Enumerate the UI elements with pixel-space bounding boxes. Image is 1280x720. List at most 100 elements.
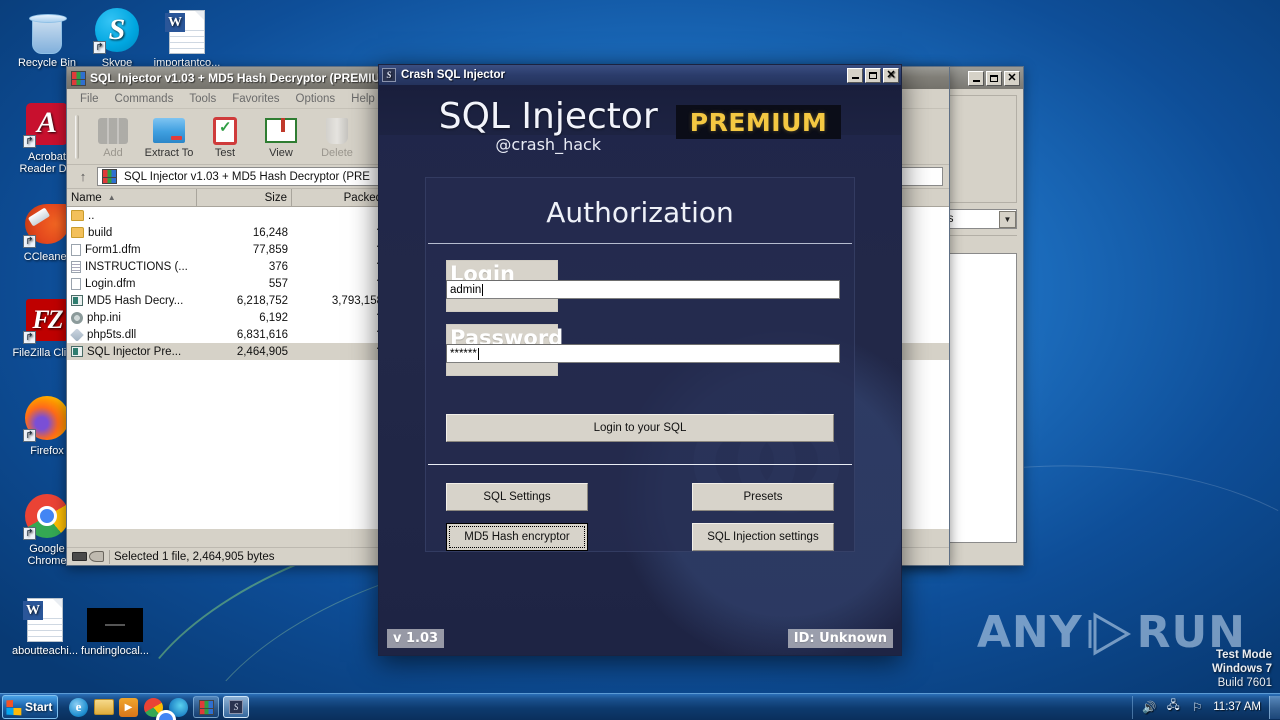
presets-button[interactable]: Presets: [692, 483, 834, 511]
password-field-group: Password ******: [446, 324, 840, 380]
add-icon: [85, 115, 141, 147]
application-icon: [71, 295, 83, 306]
up-arrow-icon[interactable]: ↑: [73, 168, 93, 186]
menu-item-favorites[interactable]: Favorites: [224, 92, 287, 106]
internet-explorer-icon[interactable]: e: [68, 697, 89, 718]
show-desktop-button[interactable]: [1269, 695, 1280, 719]
word-document-icon: [150, 6, 224, 54]
id-label: ID: Unknown: [787, 629, 893, 648]
text-caret: [482, 283, 484, 296]
play-triangle-icon: [1087, 611, 1133, 656]
desktop[interactable]: Recycle Bin S↱ Skype importantco... A↱ A…: [0, 0, 1280, 720]
desktop-icon-fundinglocal[interactable]: fundinglocal...: [78, 594, 152, 657]
toolbar-button-test[interactable]: Test: [197, 115, 253, 159]
drive-icon: [72, 552, 87, 561]
chevron-down-icon[interactable]: ▼: [999, 210, 1016, 228]
column-header-name[interactable]: Name ▲: [67, 189, 197, 206]
divider: [428, 243, 852, 244]
taskbar-item-winrar[interactable]: [193, 696, 219, 718]
desktop-icon-skype[interactable]: S ↱ Skype: [80, 6, 154, 69]
anyrun-watermark: ANY RUN: [977, 607, 1246, 658]
extract-to-icon: [141, 115, 197, 147]
app-title: SQL Injector: [438, 96, 658, 137]
authorization-card: Authorization Login admin Password *****…: [425, 177, 855, 552]
delete-icon: [309, 115, 365, 147]
dialog-body: ⚭ SQL Injector @crash_hack PREMIUM Autho…: [379, 85, 901, 655]
window-controls[interactable]: ✕: [847, 67, 899, 83]
winrar-icon: [102, 169, 117, 184]
folder-icon: [71, 227, 84, 238]
media-player-icon[interactable]: ▶: [118, 697, 139, 718]
crash-sql-injector-dialog[interactable]: S Crash SQL Injector ✕ ⚭ SQL Injector @c…: [378, 64, 902, 656]
chrome-icon[interactable]: [143, 697, 176, 720]
desktop-icon-importantco[interactable]: importantco...: [150, 6, 224, 69]
toolbar-button-view[interactable]: View: [253, 115, 309, 159]
sort-ascending-icon: ▲: [107, 193, 116, 202]
menu-item-commands[interactable]: Commands: [107, 92, 182, 106]
menu-item-options[interactable]: Options: [288, 92, 344, 106]
test-mode-watermark: Test Mode Windows 7 Build 7601: [1212, 648, 1272, 690]
volume-icon[interactable]: 🔊: [1141, 699, 1157, 715]
dialog-titlebar[interactable]: S Crash SQL Injector ✕: [379, 65, 901, 85]
version-label: v 1.03: [387, 629, 445, 648]
file-icon: [71, 277, 81, 290]
minimize-button[interactable]: [847, 67, 863, 83]
sql-injection-settings-button[interactable]: SQL Injection settings: [692, 523, 834, 551]
winrar-title-text: SQL Injector v1.03 + MD5 Hash Decryptor …: [90, 71, 391, 85]
minimize-button[interactable]: [968, 70, 984, 86]
password-input[interactable]: ******: [446, 344, 840, 363]
dialog-title-text: Crash SQL Injector: [401, 69, 505, 81]
file-icon: [71, 243, 81, 256]
key-icon: [89, 551, 104, 562]
sql-settings-button[interactable]: SQL Settings: [446, 483, 588, 511]
md5-hash-encryptor-button[interactable]: MD5 Hash encryptor: [446, 523, 588, 551]
settings-button-grid: SQL Settings Presets MD5 Hash encryptor …: [446, 483, 834, 551]
clock[interactable]: 11:37 AM: [1213, 701, 1261, 713]
word-document-icon: [8, 594, 82, 642]
sql-injector-icon: S: [229, 700, 243, 714]
toolbar-button-label: Add: [103, 146, 123, 159]
test-mode-line-2: Windows 7: [1212, 663, 1272, 675]
login-to-your-sql-button[interactable]: Login to your SQL: [446, 414, 834, 442]
start-button[interactable]: Start: [2, 695, 58, 719]
play-triangle-svg: [1088, 611, 1131, 656]
password-input-value: ******: [450, 347, 477, 360]
view-icon: [253, 115, 309, 147]
winrar-icon: [198, 699, 214, 715]
toolbar-button-delete[interactable]: Delete: [309, 115, 365, 159]
network-icon[interactable]: 🖧: [1165, 699, 1181, 715]
toolbar-button-label: Extract To: [144, 146, 194, 159]
toolbar-button-extract-to[interactable]: Extract To: [141, 115, 197, 159]
maximize-button[interactable]: [865, 67, 881, 83]
taskbar[interactable]: Start e ▶ S 🔊 🖧 ⚐ 11:37 AM: [0, 693, 1280, 720]
column-header-packed[interactable]: Packed: [292, 189, 387, 206]
text-caret: [477, 347, 479, 360]
desktop-icon-recycle-bin[interactable]: Recycle Bin: [10, 6, 84, 69]
toolbar-button-add[interactable]: Add: [85, 115, 141, 159]
close-button[interactable]: ✕: [1004, 70, 1020, 86]
window-controls[interactable]: ✕: [968, 70, 1020, 86]
application-icon: [71, 346, 83, 357]
desktop-icon-label: fundinglocal...: [81, 645, 149, 657]
test-icon: [197, 115, 253, 147]
toolbar-gripper[interactable]: [75, 114, 79, 159]
flag-icon[interactable]: ⚐: [1189, 699, 1205, 715]
test-mode-line-3: Build 7601: [1217, 677, 1272, 689]
close-button[interactable]: ✕: [883, 67, 899, 83]
test-mode-line-1: Test Mode: [1215, 649, 1272, 661]
menu-item-help[interactable]: Help: [343, 92, 383, 106]
taskbar-item-sql-injector[interactable]: S: [223, 696, 249, 718]
explorer-icon[interactable]: [93, 697, 114, 718]
maximize-button[interactable]: [986, 70, 1002, 86]
system-tray[interactable]: 🔊 🖧 ⚐ 11:37 AM: [1132, 695, 1265, 719]
menu-item-file[interactable]: File: [72, 92, 107, 106]
login-input[interactable]: admin: [446, 280, 840, 299]
login-field-group: Login admin: [446, 260, 840, 316]
desktop-icon-label: aboutteachi...: [11, 645, 79, 657]
column-header-size[interactable]: Size: [197, 189, 292, 206]
desktop-icon-aboutteachi[interactable]: aboutteachi...: [8, 594, 82, 657]
app-author-handle: @crash_hack: [495, 135, 602, 154]
quick-launch-bar[interactable]: e ▶: [68, 697, 189, 720]
menu-item-tools[interactable]: Tools: [181, 92, 224, 106]
toolbar-button-label: Test: [214, 146, 236, 159]
